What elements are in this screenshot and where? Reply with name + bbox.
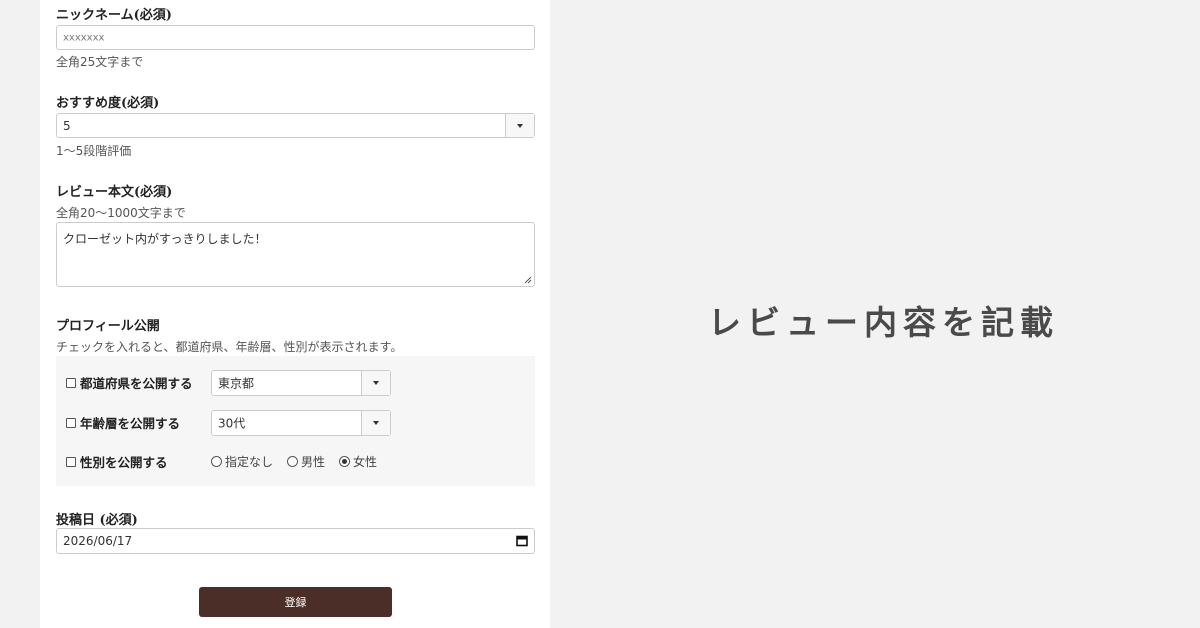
gender-option-label: 指定なし: [225, 455, 274, 469]
profile-help: チェックを入れると、都道府県、年齢層、性別が表示されます。: [56, 340, 403, 354]
prefecture-select[interactable]: 東京都: [211, 370, 391, 396]
radio-male[interactable]: [287, 456, 299, 467]
resize-handle-icon[interactable]: [524, 276, 532, 284]
chevron-down-icon: [373, 421, 379, 425]
gender-option-female[interactable]: 女性: [339, 453, 377, 470]
radio-unspecified[interactable]: [211, 456, 222, 467]
age-checkbox-label[interactable]: 年齢層を公開する: [80, 413, 180, 432]
gender-option-label: 男性: [301, 455, 326, 469]
gender-option-label: 女性: [353, 455, 378, 469]
rating-select-value: 5: [63, 118, 71, 133]
post-date-input[interactable]: 2026/06/17: [56, 528, 535, 554]
age-dropdown-button[interactable]: [361, 411, 390, 435]
register-button[interactable]: 登録: [199, 587, 392, 617]
age-select-value: 30代: [218, 416, 246, 431]
gender-option-unspecified[interactable]: 指定なし: [211, 453, 273, 470]
gender-checkbox[interactable]: [66, 456, 76, 467]
post-date-value: 2026/06/17: [63, 534, 133, 548]
gender-checkbox-label[interactable]: 性別を公開する: [80, 452, 168, 471]
age-row: 年齢層を公開する: [66, 413, 180, 432]
gender-radio-group: 指定なし 男性 女性: [211, 453, 391, 470]
review-help: 全角20〜1000文字まで: [56, 206, 186, 220]
review-label: レビュー本文(必須): [56, 185, 173, 200]
age-select[interactable]: 30代: [211, 410, 391, 436]
prefecture-checkbox[interactable]: [66, 377, 76, 388]
rating-dropdown-button[interactable]: [505, 114, 534, 137]
nickname-input[interactable]: xxxxxxx: [56, 25, 535, 50]
prefecture-checkbox-label[interactable]: 都道府県を公開する: [80, 373, 193, 392]
page-headline: レビュー内容を記載: [708, 303, 1059, 342]
gender-option-male[interactable]: 男性: [287, 453, 325, 470]
prefecture-select-value: 東京都: [218, 376, 255, 391]
nickname-help: 全角25文字まで: [56, 55, 144, 69]
review-form-panel: ニックネーム(必須) xxxxxxx 全角25文字まで おすすめ度(必須) 5 …: [40, 0, 550, 628]
calendar-icon[interactable]: [516, 535, 528, 547]
review-textarea[interactable]: クローゼット内がすっきりしました！: [56, 222, 535, 287]
profile-label: プロフィール公開: [56, 319, 160, 334]
prefecture-dropdown-button[interactable]: [361, 371, 390, 395]
prefecture-row: 都道府県を公開する: [66, 373, 193, 392]
post-date-label: 投稿日 (必須): [56, 513, 138, 528]
nickname-label: ニックネーム(必須): [56, 8, 172, 23]
nickname-placeholder: xxxxxxx: [63, 32, 105, 43]
profile-options-box: 都道府県を公開する 東京都 年齢層を公開する 30代 性別を公開する 指定なし …: [56, 356, 535, 486]
age-checkbox[interactable]: [66, 417, 76, 428]
chevron-down-icon: [373, 381, 379, 385]
rating-select[interactable]: 5: [56, 113, 535, 138]
chevron-down-icon: [517, 123, 523, 128]
rating-label: おすすめ度(必須): [56, 96, 160, 111]
radio-female-selected[interactable]: [339, 456, 351, 467]
rating-help: 1〜5段階評価: [56, 144, 132, 158]
review-text: クローゼット内がすっきりしました！: [63, 232, 267, 246]
gender-row: 性別を公開する: [66, 452, 168, 471]
